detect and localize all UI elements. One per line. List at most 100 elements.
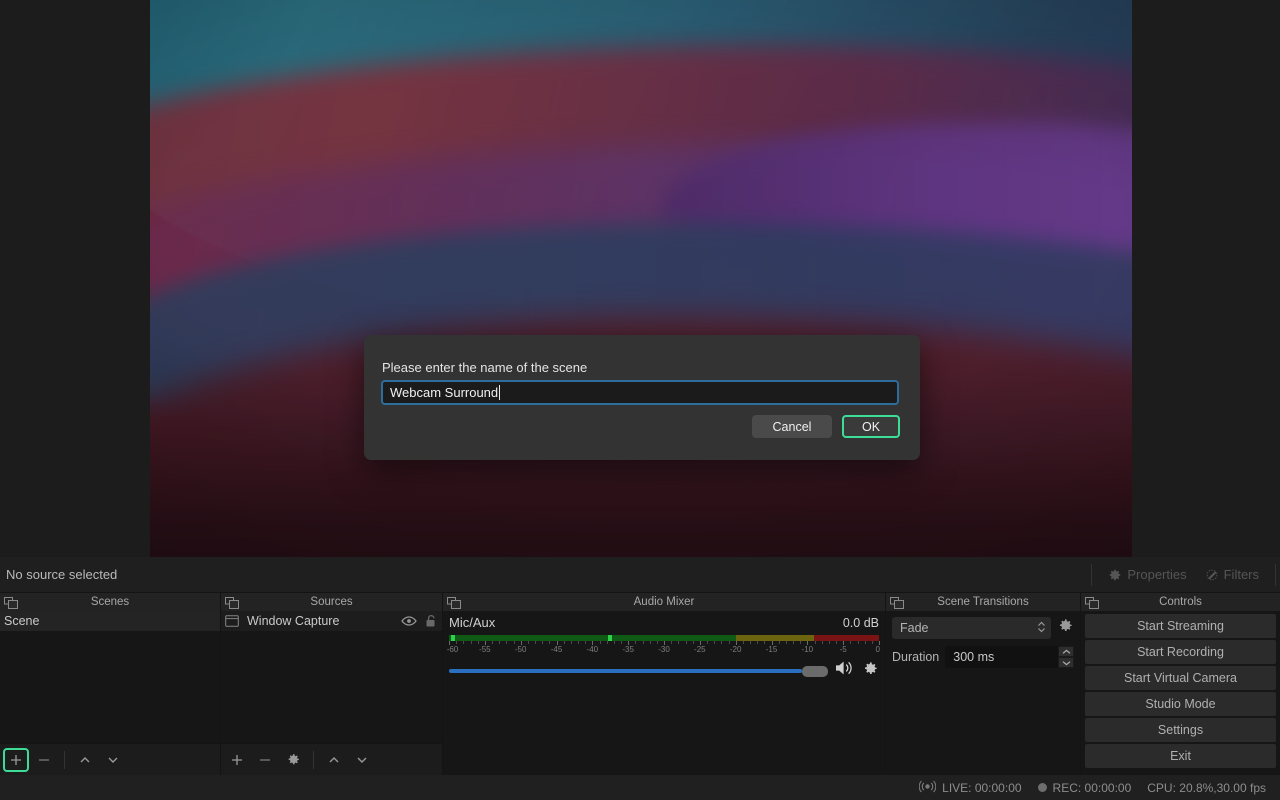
- scenes-list[interactable]: Scene: [0, 611, 220, 743]
- channel-db: 0.0 dB: [842, 616, 879, 630]
- meter-tick: [470, 641, 472, 644]
- meter-tick: [513, 641, 515, 644]
- scene-name: Scene: [4, 614, 40, 628]
- audio-settings-gear-icon[interactable]: [862, 660, 879, 682]
- meter-tick: [549, 641, 551, 644]
- scene-transitions-dock: Scene Transitions Fade Duration 300 ms: [885, 593, 1080, 775]
- transitions-dock-title: Scene Transitions: [886, 593, 1080, 611]
- start-virtual-camera-button[interactable]: Start Virtual Camera: [1085, 666, 1276, 690]
- meter-ticks: -60 -55 -50 -45 -40 -35 -30 -25 -20 -15 -10 -5 0: [446, 641, 880, 655]
- start-recording-button[interactable]: Start Recording: [1085, 640, 1276, 664]
- scene-name-input[interactable]: Webcam Surround: [381, 380, 899, 405]
- remove-scene-button[interactable]: [31, 748, 57, 772]
- obs-main-window: No source selected Properties Filters Sc…: [0, 0, 1280, 800]
- meter-tick: [578, 641, 579, 644]
- rec-status: REC: 00:00:00: [1037, 781, 1131, 795]
- meter-tick: [785, 641, 787, 644]
- transition-value: Fade: [900, 621, 929, 635]
- source-properties-button[interactable]: [280, 748, 306, 772]
- dialog-prompt: Please enter the name of the scene: [382, 360, 588, 375]
- meter-tick: [506, 641, 508, 644]
- lock-icon[interactable]: [425, 614, 438, 628]
- meter-tick-label: -50: [514, 645, 527, 654]
- move-source-down-button[interactable]: [349, 748, 375, 772]
- properties-button[interactable]: Properties: [1102, 564, 1192, 585]
- move-scene-down-button[interactable]: [100, 748, 126, 772]
- meter-tick: [850, 641, 852, 644]
- footer-divider: [64, 750, 65, 769]
- meter-tick: [671, 641, 673, 644]
- spinner-arrows[interactable]: [1058, 646, 1074, 668]
- meter-tick: [613, 641, 615, 644]
- meter-tick: [527, 641, 529, 644]
- meter-tick: [692, 641, 694, 644]
- sources-title-label: Sources: [310, 596, 353, 608]
- list-item[interactable]: Scene: [0, 611, 220, 631]
- duration-spinner[interactable]: 300 ms: [945, 646, 1074, 668]
- source-toolbar: No source selected Properties Filters: [0, 557, 1280, 593]
- start-streaming-button[interactable]: Start Streaming: [1085, 614, 1276, 638]
- live-status: LIVE: 00:00:00: [918, 780, 1022, 796]
- speaker-icon[interactable]: [834, 659, 856, 682]
- meter-tick: [642, 641, 644, 644]
- filters-button[interactable]: Filters: [1199, 564, 1265, 585]
- meter-tick: [649, 641, 651, 644]
- dialog-buttons: Cancel OK: [752, 415, 900, 438]
- transition-settings-gear-icon[interactable]: [1057, 617, 1074, 639]
- meter-tick: [606, 641, 608, 644]
- move-source-up-button[interactable]: [321, 748, 347, 772]
- meter-tick-label: -15: [765, 645, 778, 654]
- scenes-dock-title: Scenes: [0, 593, 220, 611]
- meter-tick: [714, 641, 716, 644]
- meter-tick: [621, 641, 622, 644]
- meter-tick: [864, 641, 866, 644]
- wallpaper-vignette: [150, 0, 1132, 557]
- meter-tick: [477, 641, 479, 644]
- transition-select[interactable]: Fade: [892, 617, 1051, 639]
- settings-button[interactable]: Settings: [1085, 718, 1276, 742]
- cancel-button[interactable]: Cancel: [752, 415, 832, 438]
- transitions-title-label: Scene Transitions: [937, 596, 1029, 608]
- add-scene-button[interactable]: [3, 747, 29, 772]
- audio-mixer-dock: Audio Mixer Mic/Aux 0.0 dB -60 -55 -50 -45-…: [442, 593, 885, 775]
- remove-source-button[interactable]: [252, 748, 278, 772]
- controls-dock: Controls Start Streaming Start Recording…: [1080, 593, 1280, 775]
- volume-row: [449, 659, 879, 682]
- toolbar-divider: [1091, 563, 1093, 586]
- meter-tick-label: -40: [586, 645, 599, 654]
- meter-tick: [836, 641, 837, 644]
- add-source-button[interactable]: [224, 748, 250, 772]
- ok-button[interactable]: OK: [842, 415, 900, 438]
- volume-slider[interactable]: [449, 663, 828, 679]
- studio-mode-button[interactable]: Studio Mode: [1085, 692, 1276, 716]
- sources-footer: [221, 743, 442, 775]
- program-preview-canvas[interactable]: [150, 0, 1132, 557]
- exit-button[interactable]: Exit: [1085, 744, 1276, 768]
- meter-tick-label: -60: [446, 645, 459, 654]
- meter-tick: [778, 641, 780, 644]
- scene-name-value: Webcam Surround: [390, 385, 499, 400]
- slider-handle[interactable]: [802, 665, 828, 677]
- meter-tick: [499, 641, 501, 644]
- spinner-down-icon[interactable]: [1058, 657, 1074, 668]
- meter-tick-label: 0: [875, 645, 880, 654]
- sources-list[interactable]: Window Capture: [221, 611, 442, 743]
- meter-tick: [757, 641, 759, 644]
- preview-area: [0, 0, 1280, 557]
- move-scene-up-button[interactable]: [72, 748, 98, 772]
- eye-icon[interactable]: [401, 615, 417, 627]
- list-item[interactable]: Window Capture: [221, 611, 442, 631]
- meter-tick: [599, 641, 601, 644]
- meter-tick: [764, 641, 766, 644]
- scenes-dock: Scenes Scene: [0, 593, 220, 775]
- meter-tick: [814, 641, 816, 644]
- text-caret: [499, 385, 501, 400]
- mixer-dock-title: Audio Mixer: [443, 593, 885, 611]
- meter-tick: [563, 641, 565, 644]
- record-dot-icon: [1037, 783, 1047, 792]
- scenes-title-label: Scenes: [90, 596, 130, 608]
- meter-tick: [678, 641, 680, 644]
- sources-dock: Sources Window Capture: [220, 593, 442, 775]
- spinner-up-icon[interactable]: [1058, 646, 1074, 657]
- meter-tick: [800, 641, 802, 644]
